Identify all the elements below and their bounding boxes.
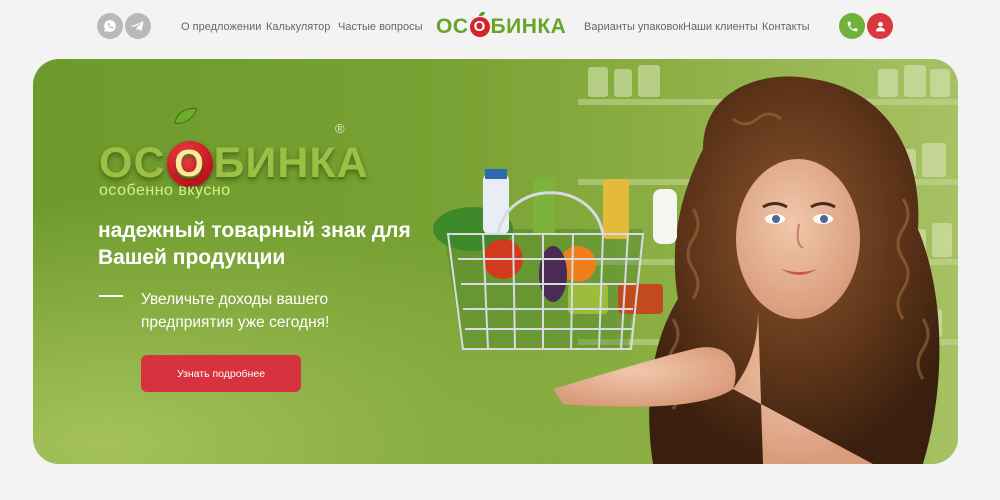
grocery-basket <box>433 169 677 350</box>
telegram-icon <box>131 21 144 31</box>
site-header: О предложении Калькулятор Частые вопросы… <box>0 0 1000 56</box>
hero-brand-logo: ОС О БИНКА <box>99 139 369 188</box>
brand-text-left: ОС <box>99 139 166 187</box>
brand-tagline: особенно вкусно <box>99 182 231 199</box>
hero-subtext: Увеличьте доходы вашего предприятия уже … <box>141 291 330 331</box>
hero-headline: надежный товарный знак для Вашей продукц… <box>98 219 411 269</box>
header-logo[interactable]: ОС О БИНКА <box>436 12 566 42</box>
whatsapp-icon <box>104 20 116 32</box>
logo-text-left: ОС <box>436 15 469 38</box>
nav-clients[interactable]: Наши клиенты <box>683 21 758 33</box>
logo-apple-o: О <box>469 12 490 37</box>
decorative-dash <box>99 295 123 297</box>
brand-apple-o: О <box>166 140 213 187</box>
woman-with-basket-image <box>433 76 940 464</box>
nav-faq[interactable]: Частые вопросы <box>338 21 423 33</box>
nav-about-offer[interactable]: О предложении <box>181 21 261 33</box>
learn-more-button[interactable]: Узнать подробнее <box>141 355 301 392</box>
nav-calculator[interactable]: Калькулятор <box>266 21 330 33</box>
phone-icon <box>847 21 857 31</box>
apple-leaf-icon <box>174 108 198 124</box>
nav-contacts[interactable]: Контакты <box>762 21 810 33</box>
brand-text-right: БИНКА <box>213 139 369 187</box>
hero-banner: ОС О БИНКА ® особенно вкусно надежный то… <box>33 59 958 464</box>
telegram-button[interactable] <box>125 13 151 39</box>
nav-packaging[interactable]: Варианты упаковок <box>584 21 683 33</box>
logo-text-right: БИНКА <box>490 15 567 38</box>
registered-mark: ® <box>335 121 345 136</box>
whatsapp-button[interactable] <box>97 13 123 39</box>
phone-button[interactable] <box>839 13 865 39</box>
account-button[interactable] <box>867 13 893 39</box>
user-icon <box>875 21 885 31</box>
